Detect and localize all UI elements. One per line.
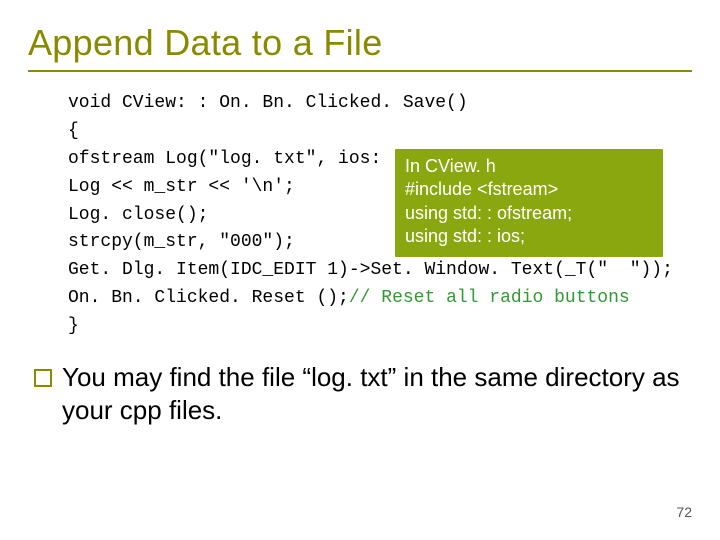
slide-title: Append Data to a File <box>28 22 692 64</box>
code-text: Get. Dlg. Item(IDC_EDIT 1)->Set. Window.… <box>68 260 608 280</box>
square-bullet-icon <box>34 369 52 387</box>
code-line: { <box>68 118 692 146</box>
code-text: On. Bn. Clicked. Reset (); <box>68 288 349 308</box>
body-bullet-row: You may find the file “log. txt” in the … <box>34 361 686 426</box>
code-block: void CView: : On. Bn. Clicked. Save() { … <box>68 90 692 341</box>
callout-line: In CView. h <box>405 155 653 178</box>
callout-line: using std: : ofstream; <box>405 202 653 225</box>
code-line: } <box>68 313 692 341</box>
code-text: ")); <box>608 260 673 280</box>
callout-line: #include <fstream> <box>405 178 653 201</box>
callout-box: In CView. h #include <fstream> using std… <box>394 148 664 258</box>
body-text: You may find the file “log. txt” in the … <box>62 361 686 426</box>
title-rule <box>28 70 692 72</box>
page-number: 72 <box>676 504 692 520</box>
callout-line: using std: : ios; <box>405 225 653 248</box>
code-line: Get. Dlg. Item(IDC_EDIT 1)->Set. Window.… <box>68 257 692 285</box>
code-comment: // Reset all radio buttons <box>349 288 630 308</box>
code-line: void CView: : On. Bn. Clicked. Save() <box>68 90 692 118</box>
code-line: On. Bn. Clicked. Reset ();// Reset all r… <box>68 285 692 313</box>
